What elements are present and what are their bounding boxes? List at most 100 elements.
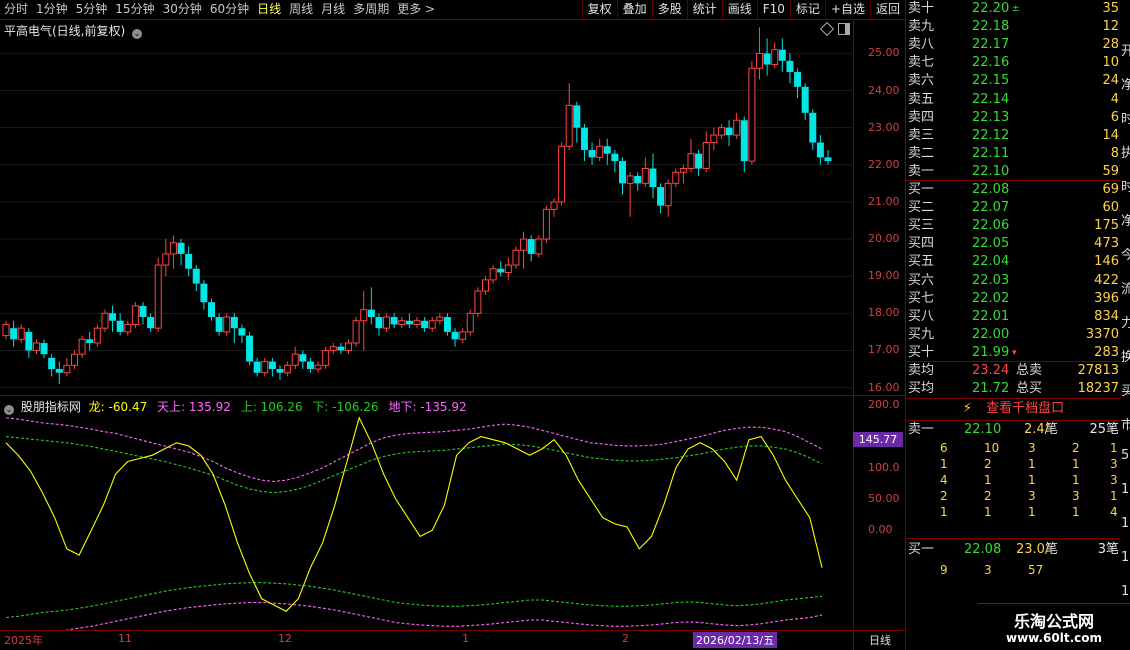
queue-cell: 1 [984,473,992,487]
level-volume: 396 [1094,290,1119,306]
level-label: 买五 [908,254,935,270]
period-tab[interactable]: 更多 > [393,0,439,19]
candle-body [580,127,588,150]
candle-body [672,171,680,184]
level-label: 卖三 [908,127,935,143]
period-tab[interactable]: 30分钟 [159,0,206,19]
bid-row[interactable]: 买六 22.03 422 [906,272,1121,290]
buy1-label: 买一 [908,542,935,557]
candle-body [208,302,215,318]
period-tab[interactable]: 60分钟 [206,0,253,19]
level-price: 22.10 [972,163,1010,179]
queue-cell: 1 [1110,441,1118,455]
candle-body [71,353,78,366]
bid-row[interactable]: 买五 22.04 146 [906,253,1121,271]
level-price: 22.05 [972,236,1010,252]
indicator-pane[interactable]: ⌄ 股朋指标网 龙: -60.47 天上: 135.92 上: 106.26 下… [0,396,852,630]
bid-row[interactable]: 买三 22.06 175 [906,217,1121,235]
period-tab[interactable]: 日线 [253,0,285,19]
toolbar-button[interactable]: 多股 [651,0,687,19]
period-tab[interactable]: 分时 [0,0,32,19]
candle-body [778,49,786,61]
candle-body [367,309,375,318]
candle-body [421,320,429,329]
price-tick: 16.00 [868,380,900,394]
level-price: 22.03 [972,272,1010,288]
kline-chart[interactable] [0,20,852,395]
legend-dragon: 龙: -60.47 [88,400,148,414]
period-tab[interactable]: 1分钟 [32,0,72,19]
period-tab[interactable]: 5分钟 [72,0,112,19]
queue-cell: 1 [1028,457,1036,471]
candle-body [687,153,695,170]
candle-body [497,268,505,273]
bid-row[interactable]: 买九 22.00 3370 [906,326,1121,344]
kline-pane[interactable]: 平高电气(日线,前复权) ⌄ [0,20,852,395]
ask-row[interactable]: 卖五 22.14 4 [906,91,1121,109]
candle-body [740,120,748,162]
ask-row[interactable]: 卖四 22.13 6 [906,109,1121,127]
toolbar-button[interactable]: 画线 [721,0,757,19]
toolbar-button[interactable]: 返回 [869,0,905,19]
level-price: 22.14 [972,91,1010,107]
bid-row[interactable]: 买二 22.07 60 [906,199,1121,217]
candle-body [383,316,391,329]
candle-body [466,312,474,333]
maximize-icon[interactable] [838,23,850,35]
toolbar-button[interactable]: 复权 [581,0,617,19]
toolbar-button[interactable]: F10 [756,0,790,19]
stock-trading-window: 分时 1分钟 5分钟 15分钟 30分钟 60分钟 日线 周线 月线 多周期 更多 > 复权 叠加 多股… [0,0,1130,650]
period-tab[interactable]: 周线 [285,0,317,19]
level-price: 22.07 [972,200,1010,216]
date-tick: 2025年 [4,634,43,647]
candle-body [147,317,155,329]
ask-row[interactable]: 卖九 22.18 12 [906,18,1121,36]
level-volume: 24 [1102,73,1119,89]
toolbar-button[interactable]: 叠加 [616,0,652,19]
level-label: 买六 [908,272,935,288]
toolbar-button[interactable]: 统计 [686,0,722,19]
tool-buttons: 复权 叠加 多股 统计 画线 F10 标记 +自选 返回 [581,0,905,19]
chevron-down-icon[interactable]: ⌄ [4,405,14,415]
bid-row[interactable]: 买一 22.08 69 [906,181,1121,199]
kline-title-text: 平高电气(日线,前复权) [4,24,126,38]
thousand-level-button[interactable]: ⚡ 查看千档盘口 [906,399,1121,419]
ask-row[interactable]: 卖三 22.12 14 [906,127,1121,145]
price-tick: 21.00 [868,194,900,208]
candle-body [451,331,459,340]
period-tab[interactable]: 多周期 [349,0,393,19]
period-tab[interactable]: 月线 [317,0,349,19]
legend-tian: 天上: 135.92 [157,400,231,414]
candle-body [215,317,223,332]
bid-row[interactable]: 买七 22.02 396 [906,290,1121,308]
ask-row[interactable]: 卖七 22.16 10 [906,54,1121,72]
queue-cell: 4 [940,473,948,487]
total-sell-label: 总卖 [1016,363,1043,378]
candle-body [657,187,665,206]
ask-row[interactable]: 卖八 22.17 28 [906,36,1121,54]
ask-row[interactable]: 卖二 22.11 8 [906,145,1121,163]
bid-row[interactable]: 买十 21.99 ▾ 283 [906,344,1121,362]
level-volume: 146 [1094,254,1119,270]
ob-divider [906,538,1121,539]
period-tab[interactable]: 15分钟 [111,0,158,19]
level-price: 22.18 [972,19,1010,35]
ask-row[interactable]: 卖十 22.20 ±35 [906,0,1121,18]
bid-row[interactable]: 买八 22.01 834 [906,308,1121,326]
indicator-chart[interactable] [0,396,852,630]
queue-cell: 1 [1028,473,1036,487]
candle-body [512,249,520,266]
candle-body [573,105,581,128]
ask-row[interactable]: 卖一 22.10 59 [906,163,1121,181]
period-label[interactable]: 日线 [853,632,906,650]
candle-body [162,253,170,266]
line-tian [5,417,823,483]
ask-row[interactable]: 卖六 22.15 24 [906,72,1121,90]
candle-body [25,331,33,351]
bid-row[interactable]: 买四 22.05 473 [906,235,1121,253]
chevron-down-icon[interactable]: ⌄ [132,29,143,39]
toolbar-button[interactable]: +自选 [824,0,870,19]
avg-buy-label: 买均 [908,381,935,396]
toolbar-button[interactable]: 标记 [789,0,825,19]
queue-cell: 3 [1072,489,1080,503]
